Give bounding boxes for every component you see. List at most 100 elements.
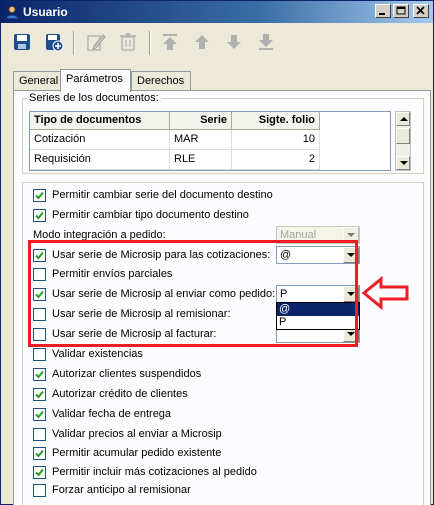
checkbox[interactable] xyxy=(33,466,46,479)
scroll-down-button[interactable] xyxy=(396,156,410,170)
minimize-button[interactable] xyxy=(375,4,391,18)
table-cell[interactable]: Requisición xyxy=(30,150,170,170)
maximize-button[interactable] xyxy=(393,4,409,18)
chevron-down-icon xyxy=(347,292,355,296)
checkbox[interactable] xyxy=(33,249,46,262)
dropdown-option[interactable]: @ xyxy=(277,303,359,316)
check-icon xyxy=(35,410,44,419)
table-cell[interactable]: RLE xyxy=(170,150,232,170)
select-value: Manual xyxy=(280,229,317,241)
column-header[interactable]: Serie xyxy=(170,112,232,130)
select-value: @ xyxy=(280,249,292,261)
checkbox[interactable] xyxy=(33,388,46,401)
option-label: Validar fecha de entrega xyxy=(52,408,172,420)
check-icon xyxy=(35,191,44,200)
trash-icon xyxy=(117,31,141,55)
column-header[interactable]: Sigte. folio xyxy=(232,112,320,130)
table-row[interactable]: Cotización MAR 10 xyxy=(30,130,390,150)
arrow-up-icon xyxy=(400,117,408,121)
select-value: P xyxy=(280,288,288,300)
usuario-window: Usuario General Parámetros Derechos Seri… xyxy=(0,0,434,505)
check-icon xyxy=(35,290,44,299)
option-label: Permitir cambiar serie del documento des… xyxy=(52,189,273,201)
column-header[interactable]: Tipo de documentos xyxy=(30,112,170,130)
check-icon xyxy=(35,468,44,477)
check-icon xyxy=(35,211,44,220)
check-icon xyxy=(35,390,44,399)
title-bar[interactable]: Usuario xyxy=(1,1,433,23)
serie-pedido-dropdown-list[interactable]: @ P xyxy=(276,302,360,330)
series-scrollbar[interactable] xyxy=(395,111,411,171)
checkbox[interactable] xyxy=(33,428,46,441)
first-record-icon xyxy=(159,31,183,55)
tab-parametros[interactable]: Parámetros xyxy=(60,69,131,92)
tab-derechos[interactable]: Derechos xyxy=(131,71,191,91)
close-icon xyxy=(416,6,425,15)
option-label: Forzar anticipo al remisionar xyxy=(52,484,191,496)
option-label: Permitir envíos parciales xyxy=(52,268,173,280)
table-cell[interactable]: 10 xyxy=(232,130,320,150)
chevron-down-icon xyxy=(347,233,355,237)
serie-pedido-select[interactable]: P xyxy=(276,285,360,303)
checkbox[interactable] xyxy=(33,447,46,460)
option-label: Usar serie de Microsip para las cotizaci… xyxy=(52,249,271,261)
previous-record-icon xyxy=(191,31,215,55)
minimize-icon xyxy=(379,13,385,15)
checkbox[interactable] xyxy=(33,328,46,341)
table-cell[interactable]: 2 xyxy=(232,150,320,170)
checkbox[interactable] xyxy=(33,484,46,497)
dropdown-button[interactable] xyxy=(343,247,359,263)
checkbox[interactable] xyxy=(33,308,46,321)
next-record-icon xyxy=(223,31,247,55)
close-button[interactable] xyxy=(413,4,429,18)
save-new-icon[interactable] xyxy=(43,31,67,55)
checkbox[interactable] xyxy=(33,408,46,421)
edit-icon xyxy=(85,31,109,55)
option-label: Usar serie de Microsip al enviar como pe… xyxy=(52,288,276,300)
table-cell[interactable]: MAR xyxy=(170,130,232,150)
options-group: Permitir cambiar serie del documento des… xyxy=(22,182,424,505)
modo-integracion-select: Manual xyxy=(276,226,360,244)
modo-integracion-label: Modo integración a pedido: xyxy=(33,229,166,241)
option-label: Validar precios al enviar a Microsip xyxy=(52,428,222,440)
option-label: Validar existencias xyxy=(52,348,143,360)
serie-cotizaciones-select[interactable]: @ xyxy=(276,246,360,264)
checkbox[interactable] xyxy=(33,189,46,202)
scroll-thumb[interactable] xyxy=(396,128,410,144)
chevron-down-icon xyxy=(347,332,355,336)
save-icon[interactable] xyxy=(11,31,35,55)
checkbox[interactable] xyxy=(33,268,46,281)
toolbar-separator xyxy=(73,31,75,55)
toolbar-separator xyxy=(149,31,151,55)
left-arrow-icon xyxy=(361,276,409,310)
dropdown-button xyxy=(343,227,359,243)
table-row[interactable]: Requisición RLE 2 xyxy=(30,150,390,170)
scroll-up-button[interactable] xyxy=(396,112,410,126)
maximize-icon xyxy=(396,6,406,15)
option-label: Permitir incluir más cotizaciones al ped… xyxy=(52,466,257,478)
toolbar xyxy=(3,25,431,61)
dropdown-button[interactable] xyxy=(343,286,359,302)
chevron-down-icon xyxy=(347,253,355,257)
check-icon xyxy=(35,449,44,458)
series-table[interactable]: Tipo de documentos Serie Sigte. folio Co… xyxy=(29,111,391,171)
arrow-down-icon xyxy=(400,161,408,165)
checkbox[interactable] xyxy=(33,288,46,301)
dropdown-option[interactable]: P xyxy=(277,316,359,329)
checkbox[interactable] xyxy=(33,209,46,222)
check-icon xyxy=(35,251,44,260)
table-header: Tipo de documentos Serie Sigte. folio xyxy=(30,112,390,130)
option-label: Usar serie de Microsip al remisionar: xyxy=(52,308,231,320)
checkbox[interactable] xyxy=(33,348,46,361)
last-record-icon xyxy=(255,31,279,55)
option-label: Autorizar clientes suspendidos xyxy=(52,368,202,380)
option-label: Permitir cambiar tipo documento destino xyxy=(52,209,249,221)
tab-general[interactable]: General xyxy=(13,71,61,91)
option-label: Autorizar crédito de clientes xyxy=(52,388,188,400)
series-group-label: Series de los documentos: xyxy=(27,92,161,104)
option-label: Usar serie de Microsip al facturar: xyxy=(52,328,217,340)
option-label: Permitir acumular pedido existente xyxy=(52,447,222,459)
table-cell[interactable]: Cotización xyxy=(30,130,170,150)
checkbox[interactable] xyxy=(33,368,46,381)
window-title: Usuario xyxy=(23,5,68,19)
